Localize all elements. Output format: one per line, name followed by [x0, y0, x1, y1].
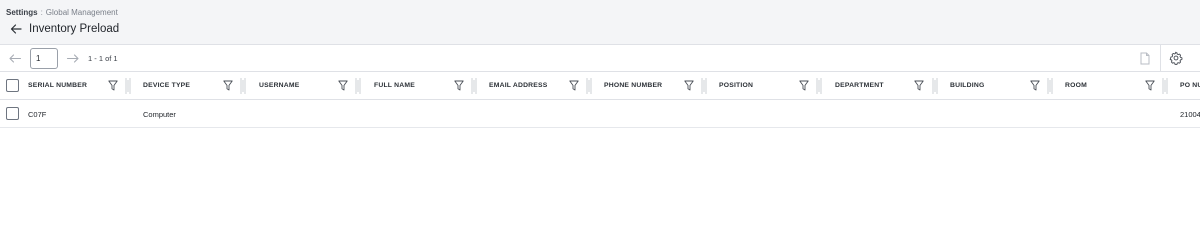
- column-resize-icon[interactable]: [701, 77, 707, 95]
- breadcrumb-leaf[interactable]: Global Management: [46, 8, 118, 17]
- column-header-username[interactable]: USERNAME: [259, 82, 300, 90]
- table-row[interactable]: C07F Computer 21004: [0, 100, 1200, 128]
- breadcrumb-separator: :: [40, 8, 43, 17]
- column-resize-icon[interactable]: [816, 77, 822, 95]
- column-header-full-name[interactable]: FULL NAME: [374, 82, 415, 90]
- filter-icon[interactable]: [1030, 80, 1040, 91]
- column-header-room[interactable]: ROOM: [1065, 82, 1087, 90]
- filter-icon[interactable]: [569, 80, 579, 91]
- arrow-left-icon: [10, 24, 22, 34]
- column-header-email-address[interactable]: EMAIL ADDRESS: [489, 82, 548, 90]
- table-header: SERIAL NUMBER DEVICE TYPE USERNAME FULL …: [0, 72, 1200, 100]
- gear-icon: [1169, 51, 1183, 65]
- cell-po-number: 21004: [1180, 110, 1200, 119]
- column-resize-icon[interactable]: [125, 77, 131, 95]
- column-resize-icon[interactable]: [471, 77, 477, 95]
- column-header-po-number[interactable]: PO NU: [1180, 82, 1200, 90]
- filter-icon[interactable]: [223, 80, 233, 91]
- column-header-serial-number[interactable]: SERIAL NUMBER: [28, 82, 87, 90]
- page-number-input[interactable]: [30, 48, 58, 69]
- filter-icon[interactable]: [914, 80, 924, 91]
- filter-icon[interactable]: [108, 80, 118, 91]
- page-range-label: 1 - 1 of 1: [88, 54, 118, 63]
- cell-serial-number: C07F: [28, 110, 47, 119]
- table-settings-button[interactable]: [1169, 51, 1183, 65]
- back-button[interactable]: [9, 22, 23, 36]
- column-header-position[interactable]: POSITION: [719, 82, 753, 90]
- column-resize-icon[interactable]: [1162, 77, 1168, 95]
- next-page-button[interactable]: [66, 53, 80, 64]
- column-header-device-type[interactable]: DEVICE TYPE: [143, 82, 190, 90]
- page-header: Settings: Global Management Inventory Pre…: [0, 0, 1200, 44]
- filter-icon[interactable]: [454, 80, 464, 91]
- document-icon: [1140, 52, 1150, 65]
- export-button[interactable]: [1139, 52, 1151, 65]
- page-title: Inventory Preload: [29, 23, 120, 35]
- column-header-phone-number[interactable]: PHONE NUMBER: [604, 82, 662, 90]
- table-toolbar: 1 - 1 of 1: [0, 44, 1200, 72]
- filter-icon[interactable]: [684, 80, 694, 91]
- select-all-checkbox[interactable]: [6, 79, 19, 92]
- previous-page-button[interactable]: [8, 53, 22, 64]
- column-header-department[interactable]: DEPARTMENT: [835, 82, 884, 90]
- column-resize-icon[interactable]: [932, 77, 938, 95]
- toolbar-divider: [1160, 45, 1161, 71]
- column-header-building[interactable]: BUILDING: [950, 82, 984, 90]
- breadcrumb: Settings: Global Management: [6, 8, 118, 18]
- column-resize-icon[interactable]: [1047, 77, 1053, 95]
- cell-device-type: Computer: [143, 110, 176, 119]
- arrow-left-icon: [9, 54, 22, 63]
- filter-icon[interactable]: [1145, 80, 1155, 91]
- column-resize-icon[interactable]: [586, 77, 592, 95]
- row-checkbox[interactable]: [6, 107, 19, 120]
- filter-icon[interactable]: [338, 80, 348, 91]
- breadcrumb-root[interactable]: Settings: [6, 8, 38, 17]
- column-resize-icon[interactable]: [240, 77, 246, 95]
- column-resize-icon[interactable]: [355, 77, 361, 95]
- arrow-right-icon: [66, 54, 79, 63]
- filter-icon[interactable]: [799, 80, 809, 91]
